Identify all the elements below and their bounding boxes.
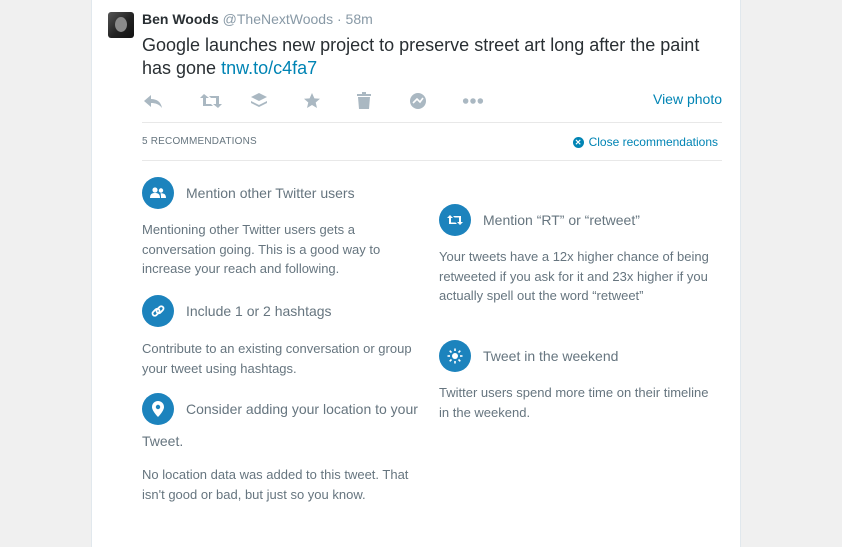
header-separator: ·: [336, 11, 342, 27]
sun-icon: [439, 340, 471, 372]
link-icon: [142, 295, 174, 327]
avatar[interactable]: [108, 12, 134, 38]
retweet-icon: [439, 204, 471, 236]
recommendation-body: No location data was added to this tweet…: [142, 467, 409, 502]
recommendation-title: Tweet in the weekend: [483, 348, 619, 364]
recommendation-body: Your tweets have a 12x higher chance of …: [439, 249, 709, 303]
author-handle[interactable]: @TheNextWoods: [223, 11, 333, 27]
recommendation-body: Contribute to an existing conversation o…: [142, 341, 412, 376]
delete-icon[interactable]: [353, 90, 375, 112]
tweet-text: Google launches new project to preserve …: [142, 34, 702, 80]
divider: [142, 122, 722, 123]
reply-icon[interactable]: [142, 90, 164, 112]
recommendation-title: Mention “RT” or “retweet”: [483, 212, 640, 228]
tweet-timestamp[interactable]: 58m: [346, 11, 373, 27]
recommendation-hashtags: Include 1 or 2 hashtags Contribute to an…: [142, 295, 432, 378]
tweet-link[interactable]: tnw.to/c4fa7: [221, 58, 317, 78]
view-photo-link[interactable]: View photo: [653, 91, 722, 107]
tweet-card: Ben Woods @TheNextWoods · 58m Google lau…: [91, 0, 741, 547]
close-recommendations-label: Close recommendations: [588, 135, 718, 149]
stack-icon[interactable]: [248, 90, 270, 112]
favorite-icon[interactable]: [301, 90, 323, 112]
recommendation-title: Consider adding your location to your: [186, 401, 418, 417]
close-icon: ✕: [572, 136, 584, 148]
divider: [142, 160, 722, 161]
author-name[interactable]: Ben Woods: [142, 11, 219, 27]
recommendation-title: Mention other Twitter users: [186, 185, 355, 201]
location-pin-icon: [142, 393, 174, 425]
recommendation-mention-users: Mention other Twitter users Mentioning o…: [142, 177, 432, 279]
close-recommendations-button[interactable]: ✕ Close recommendations: [572, 135, 718, 149]
recommendation-title: Include 1 or 2 hashtags: [186, 303, 332, 319]
users-icon: [142, 177, 174, 209]
recommendation-weekend: Tweet in the weekend Twitter users spend…: [439, 340, 714, 422]
recommendation-body: Mentioning other Twitter users gets a co…: [142, 222, 381, 276]
retweet-icon[interactable]: [200, 90, 222, 112]
recommendations-count: 5 RECOMMENDATIONS: [142, 136, 257, 147]
recommendation-title-continued: Tweet.: [142, 433, 184, 449]
tweet-header: Ben Woods @TheNextWoods · 58m: [142, 11, 373, 27]
more-icon[interactable]: [462, 90, 484, 112]
recommendation-body: Twitter users spend more time on their t…: [439, 385, 709, 420]
analytics-icon[interactable]: [407, 90, 429, 112]
recommendation-location: Consider adding your location to your Tw…: [142, 393, 442, 504]
recommendation-retweet: Mention “RT” or “retweet” Your tweets ha…: [439, 204, 714, 306]
